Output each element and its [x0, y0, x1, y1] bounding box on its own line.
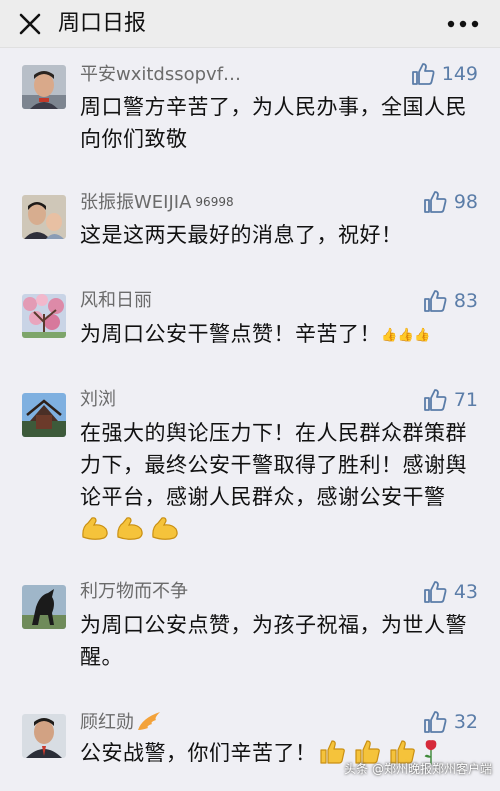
comment-text: 周口警方辛苦了，为人民办事，全国人民向你们致敬 [80, 95, 467, 151]
like-count: 98 [453, 191, 478, 213]
like-count: 43 [453, 581, 478, 603]
comment-nickname[interactable]: 风和日丽 [80, 289, 152, 313]
comment-nickname[interactable]: 刘浏 [80, 388, 116, 412]
thumbs-up-emoji: 👍👍👍 [381, 328, 432, 343]
thumbs-up-icon [423, 389, 447, 411]
more-icon[interactable] [446, 14, 480, 34]
avatar[interactable] [22, 65, 66, 109]
page-title: 周口日报 [58, 11, 147, 36]
comment-nickname[interactable]: 张振振WEIJIA 96998 [80, 190, 234, 215]
thumbs-up-icon [423, 191, 447, 213]
like-count: 71 [453, 389, 478, 411]
comment-text: 这是这两天最好的消息了，祝好！ [80, 223, 403, 247]
like-button[interactable]: 83 [422, 288, 478, 314]
like-button[interactable]: 32 [422, 709, 478, 735]
flexed-biceps-emoji [82, 517, 108, 540]
avatar[interactable] [22, 393, 66, 437]
thumbs-up-icon [411, 63, 435, 85]
comment-text: 在强大的舆论压力下！在人民群众群策群力下，最终公安干警取得了胜利！感谢舆论平台，… [80, 417, 478, 545]
flexed-biceps-emoji [152, 517, 178, 540]
flexed-biceps-emoji [117, 517, 143, 540]
user-badge: 96998 [195, 195, 234, 209]
comment-text: 为周口公安干警点赞！辛苦了！👍👍👍 [80, 322, 432, 346]
like-button[interactable]: 98 [422, 189, 478, 215]
comment-list: 平安wxitdssopvf… 149 周口警方辛苦了，为人民办事，全国人民向你们… [0, 49, 500, 791]
avatar[interactable] [22, 585, 66, 629]
comment-nickname[interactable]: 顾红勋 [80, 710, 162, 735]
thumbs-up-icon [423, 581, 447, 603]
comment-nickname[interactable]: 平安wxitdssopvf… [80, 63, 241, 87]
like-button[interactable]: 71 [422, 387, 478, 413]
avatar[interactable] [22, 195, 66, 239]
thumbs-up-emoji [319, 740, 345, 764]
like-button[interactable]: 149 [410, 61, 478, 87]
watermark-text: 头条 @郑州晚报郑州客户端 [344, 762, 492, 776]
thumbs-up-icon [423, 711, 447, 733]
top-bar: 周口日报 [0, 0, 500, 48]
comment-nickname[interactable]: 利万物而不争 [80, 580, 188, 604]
comment-text: 为周口公安点赞，为孩子祝福，为世人警醒。 [80, 613, 467, 669]
wing-badge-icon [138, 712, 160, 730]
like-count: 83 [453, 290, 478, 312]
avatar[interactable] [22, 294, 66, 338]
thumbs-up-icon [423, 290, 447, 312]
like-count: 149 [441, 63, 478, 85]
avatar[interactable] [22, 714, 66, 758]
close-icon[interactable] [14, 8, 46, 40]
like-count: 32 [453, 711, 478, 733]
like-button[interactable]: 43 [422, 579, 478, 605]
